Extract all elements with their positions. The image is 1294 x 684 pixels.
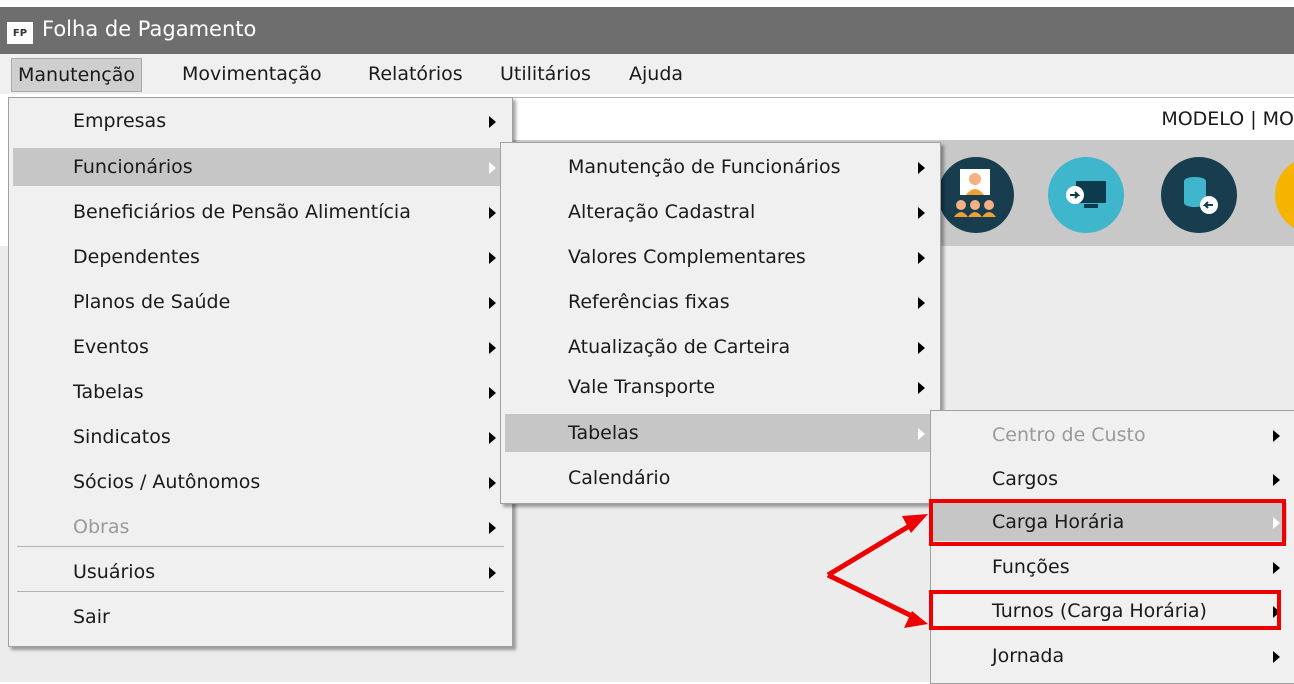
annotation-arrows <box>826 514 928 628</box>
